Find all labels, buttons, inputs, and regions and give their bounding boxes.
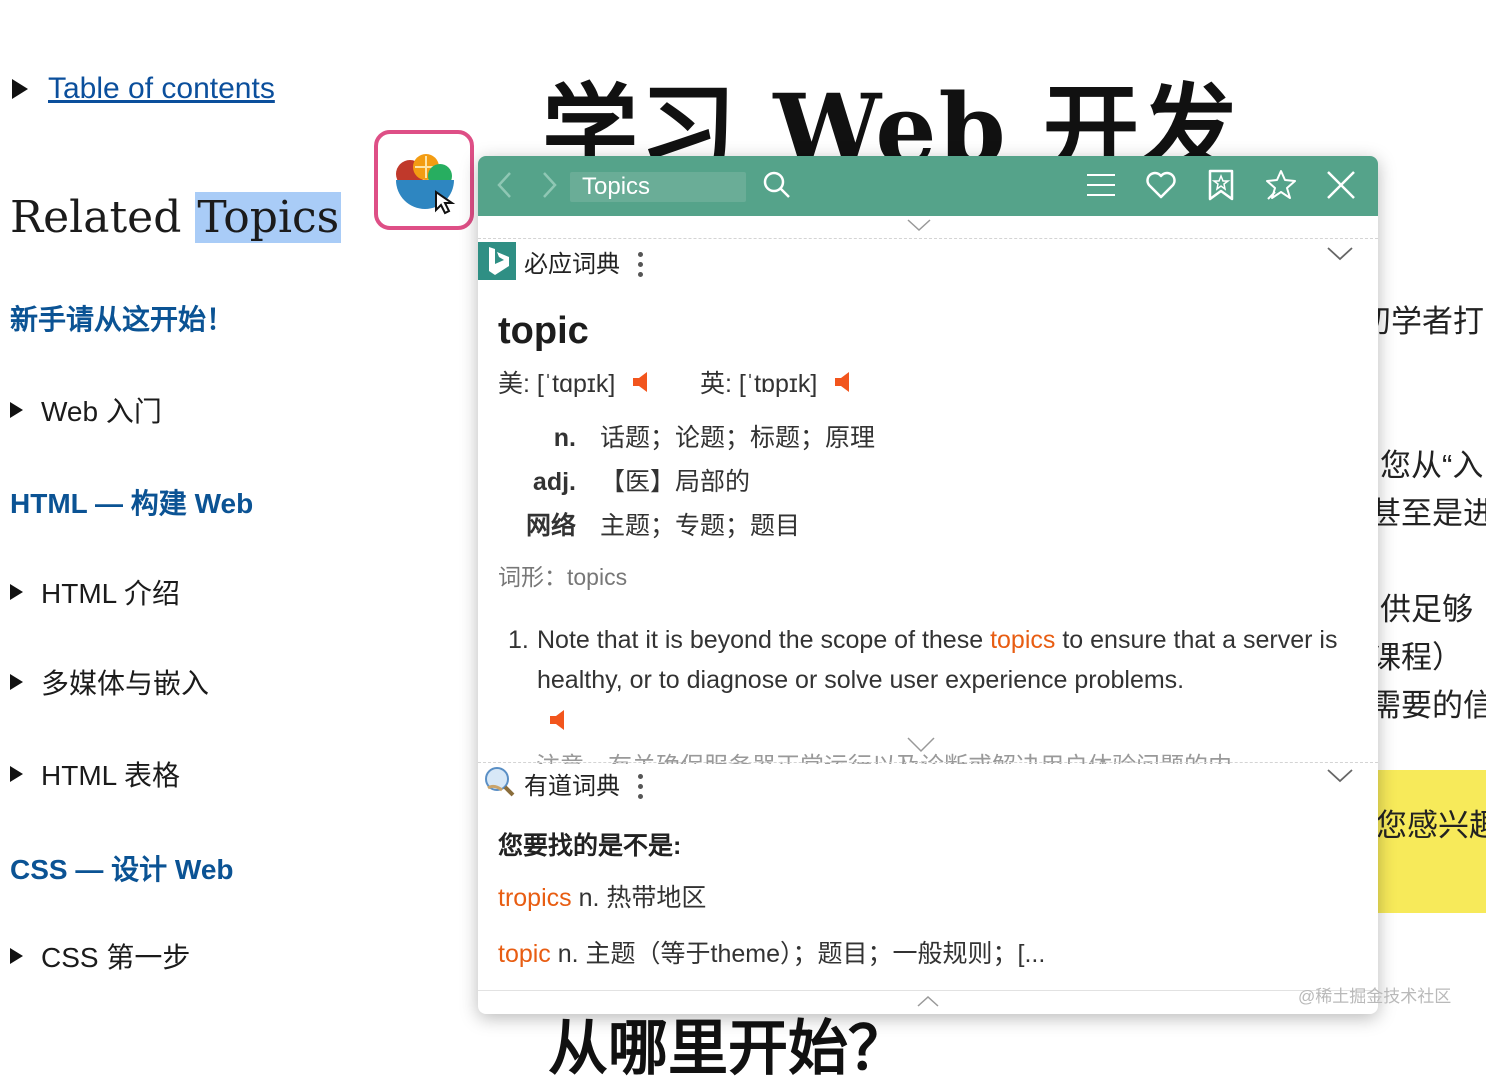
sidebar-heading-html[interactable]: HTML — 构建 Web bbox=[10, 482, 253, 522]
toc-link[interactable]: Table of contents bbox=[48, 72, 275, 106]
bookmark-icon[interactable] bbox=[1204, 168, 1238, 202]
example-keyword: topics bbox=[990, 626, 1056, 654]
sidebar-item-css-first-steps[interactable]: CSS 第一步 bbox=[10, 936, 190, 976]
example-sentence: 1. Note that it is beyond the scope of t… bbox=[508, 620, 1348, 734]
suggestion-item[interactable]: tropics n. 热带地区 bbox=[498, 878, 706, 914]
sidebar-heading-css[interactable]: CSS — 设计 Web bbox=[10, 848, 234, 888]
definition-row: 网络 主题；专题；题目 bbox=[525, 512, 801, 540]
selected-text: Topics bbox=[195, 192, 342, 243]
definition-row: n. 话题；论题；标题；原理 bbox=[553, 424, 876, 452]
search-icon[interactable] bbox=[760, 168, 794, 202]
body-text-fragment: 甚至是进 bbox=[1370, 496, 1486, 531]
callout-text-fragment: 您感兴趣 bbox=[1376, 808, 1486, 843]
chevron-down-icon[interactable] bbox=[1326, 246, 1354, 267]
body-text-fragment: 课程） bbox=[1370, 640, 1463, 675]
word-forms: 词形：topics bbox=[498, 564, 628, 590]
related-topics-heading: Related Topics bbox=[10, 192, 342, 243]
sidebar-item-multimedia[interactable]: 多媒体与嵌入 bbox=[10, 662, 209, 702]
divider bbox=[478, 990, 1378, 991]
body-text-fragment: 初学者打 bbox=[1360, 304, 1484, 339]
disclosure-triangle-icon bbox=[10, 674, 23, 690]
headword: topic bbox=[498, 310, 589, 352]
menu-icon[interactable] bbox=[1084, 168, 1118, 202]
favorite-heart-icon[interactable] bbox=[1144, 168, 1178, 202]
body-text-fragment: 您从“入 bbox=[1380, 448, 1484, 483]
body-text-fragment: 供足够 bbox=[1380, 592, 1473, 627]
salad-bowl-icon bbox=[396, 154, 456, 215]
more-options-icon[interactable] bbox=[638, 774, 644, 804]
popup-toolbar: Topics bbox=[478, 156, 1378, 216]
bing-dict-name: 必应词典 bbox=[524, 251, 620, 278]
watermark: @稀土掘金技术社区 bbox=[1298, 987, 1452, 1006]
back-icon[interactable] bbox=[488, 168, 522, 202]
speaker-icon[interactable] bbox=[631, 370, 651, 394]
dictionary-popup: Topics 必应词典 topic 美: [ˈtɑpɪk] 英: [ˈtɒpɪk… bbox=[478, 156, 1378, 1014]
disclosure-triangle-icon bbox=[10, 402, 23, 418]
close-icon[interactable] bbox=[1324, 168, 1358, 202]
disclosure-triangle-icon bbox=[10, 584, 23, 600]
youdao-logo-icon bbox=[482, 764, 516, 798]
more-options-icon[interactable] bbox=[638, 252, 644, 282]
definition-row: adj. 【医】局部的 bbox=[532, 468, 751, 496]
suggestion-item[interactable]: topic n. 主题（等于theme）；题目；一般规则；[... bbox=[498, 934, 1045, 970]
pin-icon[interactable] bbox=[1264, 168, 1298, 202]
chevron-down-icon[interactable] bbox=[1326, 768, 1354, 789]
youdao-dict-header[interactable]: 有道词典 bbox=[478, 760, 1378, 806]
did-you-mean-label: 您要找的是不是: bbox=[498, 832, 682, 860]
chevron-up-icon[interactable] bbox=[916, 994, 940, 1013]
sidebar-item-html-tables[interactable]: HTML 表格 bbox=[10, 754, 180, 794]
youdao-dict-name: 有道词典 bbox=[524, 773, 620, 800]
body-text-fragment: 需要的信 bbox=[1370, 688, 1486, 723]
speaker-icon[interactable] bbox=[548, 704, 1348, 734]
uk-pronunciation: 英: [ˈtɒpɪk] bbox=[700, 364, 853, 400]
bing-logo-icon bbox=[478, 242, 516, 280]
disclosure-triangle-icon bbox=[10, 948, 23, 964]
disclosure-triangle-icon bbox=[10, 766, 23, 782]
dictionary-extension-button[interactable] bbox=[374, 130, 474, 230]
search-input[interactable]: Topics bbox=[570, 172, 746, 202]
sidebar-item-html-intro[interactable]: HTML 介绍 bbox=[10, 572, 180, 612]
chevron-down-icon[interactable] bbox=[906, 218, 932, 237]
sidebar-item-web-intro[interactable]: Web 入门 bbox=[10, 390, 162, 430]
chevron-down-icon[interactable] bbox=[906, 736, 936, 759]
toc-toggle[interactable]: Table of contents bbox=[12, 72, 275, 106]
bing-dict-header[interactable]: 必应词典 bbox=[478, 238, 1378, 284]
speaker-icon[interactable] bbox=[833, 370, 853, 394]
forward-icon[interactable] bbox=[532, 168, 566, 202]
sidebar-heading-beginners[interactable]: 新手请从这开始！ bbox=[10, 298, 234, 338]
us-pronunciation: 美: [ˈtɑpɪk] bbox=[498, 364, 651, 400]
disclosure-triangle-icon bbox=[12, 79, 28, 99]
